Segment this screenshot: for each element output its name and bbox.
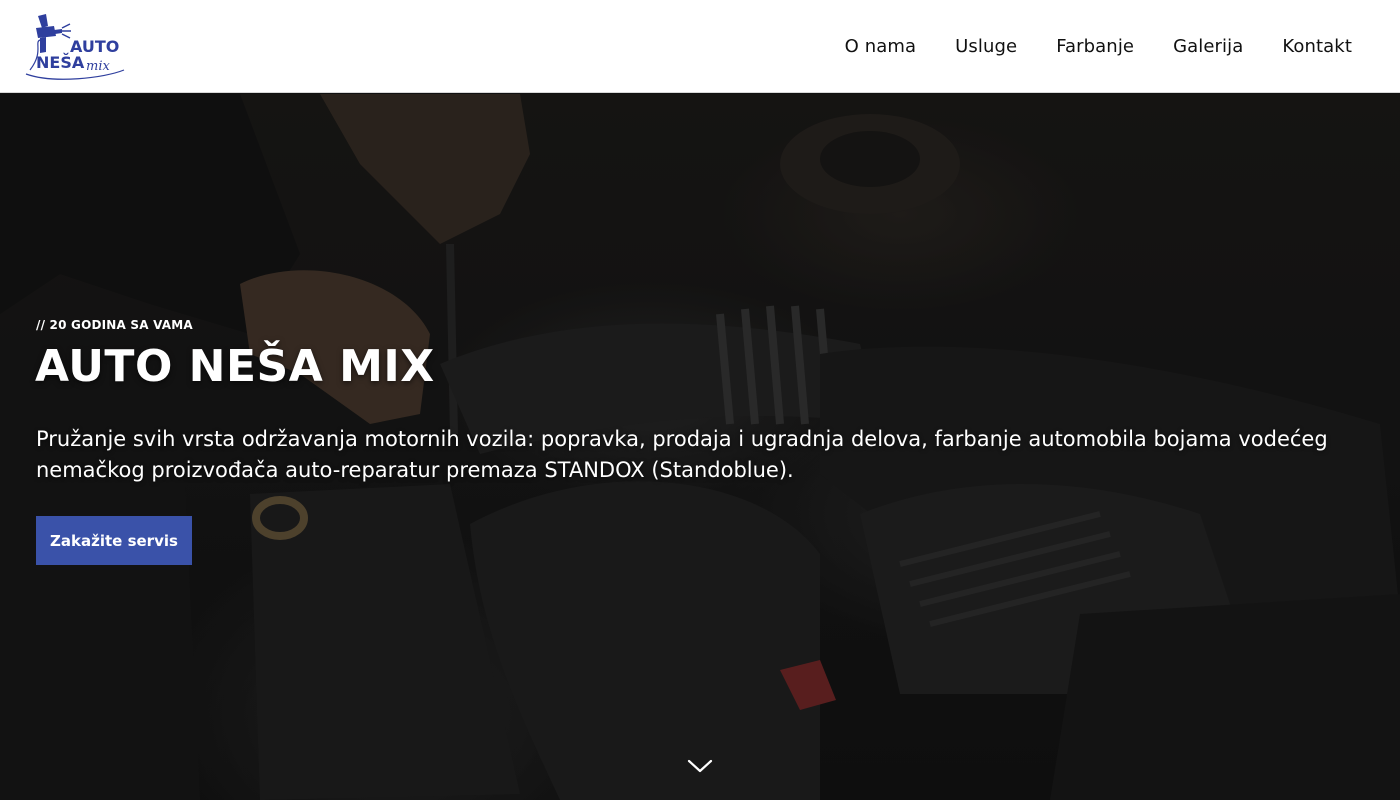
book-service-button[interactable]: Zakažite servis [36,516,192,565]
nav-item-usluge[interactable]: Usluge [955,36,1017,57]
hero-description: Pružanje svih vrsta održavanja motornih … [36,427,1328,482]
svg-text:mix: mix [86,59,110,74]
scroll-down-button[interactable] [686,756,714,776]
chevron-down-icon [687,759,713,773]
svg-text:NEŠA: NEŠA [36,53,85,72]
hero-section: // 20 GODINA SA VAMA AUTO NEŠA MIX Pruža… [0,94,1400,800]
hero-eyebrow: // 20 GODINA SA VAMA [36,318,193,332]
spray-gun-icon: AUTO NEŠA mix [25,14,125,80]
nav-item-farbanje[interactable]: Farbanje [1056,36,1134,57]
site-header: AUTO NEŠA mix O nama Usluge Farbanje Gal… [0,0,1400,93]
logo[interactable]: AUTO NEŠA mix [24,12,128,80]
main-nav: O nama Usluge Farbanje Galerija Kontakt [806,0,1352,93]
nav-item-o-nama[interactable]: O nama [845,36,917,57]
nav-item-kontakt[interactable]: Kontakt [1282,36,1352,57]
hero-title: AUTO NEŠA MIX [35,341,435,392]
nav-item-galerija[interactable]: Galerija [1173,36,1243,57]
